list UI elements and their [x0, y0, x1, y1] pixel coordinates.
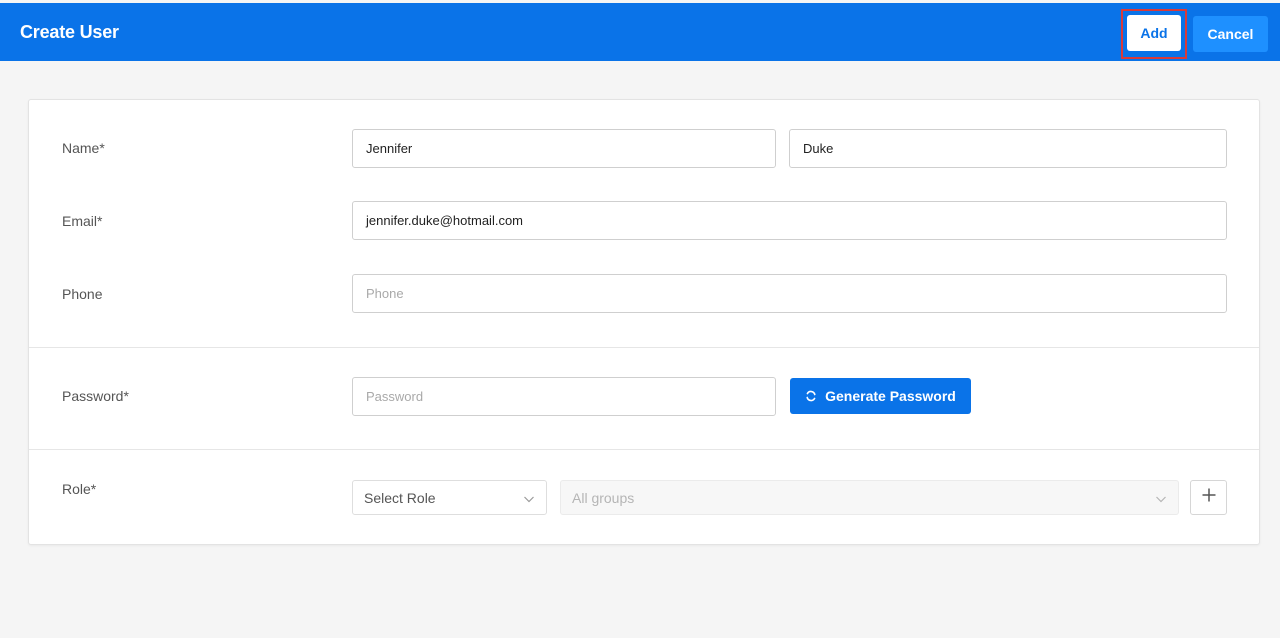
last-name-value: Duke [803, 141, 834, 156]
password-field[interactable]: Password [352, 377, 776, 416]
password-placeholder: Password [366, 389, 424, 404]
plus-icon [1201, 487, 1217, 508]
add-role-button[interactable] [1190, 480, 1227, 515]
email-label: Email* [62, 213, 103, 229]
role-select-value: Select Role [364, 489, 436, 506]
create-user-page: Create User Add Cancel Name* Jennifer Du… [0, 0, 1280, 638]
group-select-value: All groups [572, 489, 635, 506]
add-button[interactable]: Add [1127, 15, 1181, 51]
first-name-value: Jennifer [366, 141, 413, 156]
page-header: Create User Add Cancel [0, 3, 1280, 61]
section-divider [29, 449, 1259, 450]
user-form-card: Name* Jennifer Duke Email* jennifer.duke… [28, 99, 1260, 545]
phone-field[interactable]: Phone [352, 274, 1227, 313]
chevron-down-icon [523, 492, 535, 504]
name-label: Name* [62, 140, 105, 156]
phone-label: Phone [62, 286, 103, 302]
phone-placeholder: Phone [366, 286, 404, 301]
role-select[interactable]: Select Role [352, 480, 547, 515]
last-name-field[interactable]: Duke [789, 129, 1227, 168]
refresh-icon [805, 390, 817, 402]
group-select[interactable]: All groups [560, 480, 1179, 515]
cancel-button[interactable]: Cancel [1193, 16, 1268, 52]
email-field[interactable]: jennifer.duke@hotmail.com [352, 201, 1227, 240]
role-label: Role* [62, 481, 97, 497]
email-value: jennifer.duke@hotmail.com [366, 213, 523, 228]
generate-password-label: Generate Password [825, 388, 956, 404]
section-divider [29, 347, 1259, 348]
page-title: Create User [20, 22, 119, 42]
generate-password-button[interactable]: Generate Password [790, 378, 971, 414]
password-label: Password* [62, 388, 129, 404]
chevron-down-icon [1155, 492, 1167, 504]
first-name-field[interactable]: Jennifer [352, 129, 776, 168]
